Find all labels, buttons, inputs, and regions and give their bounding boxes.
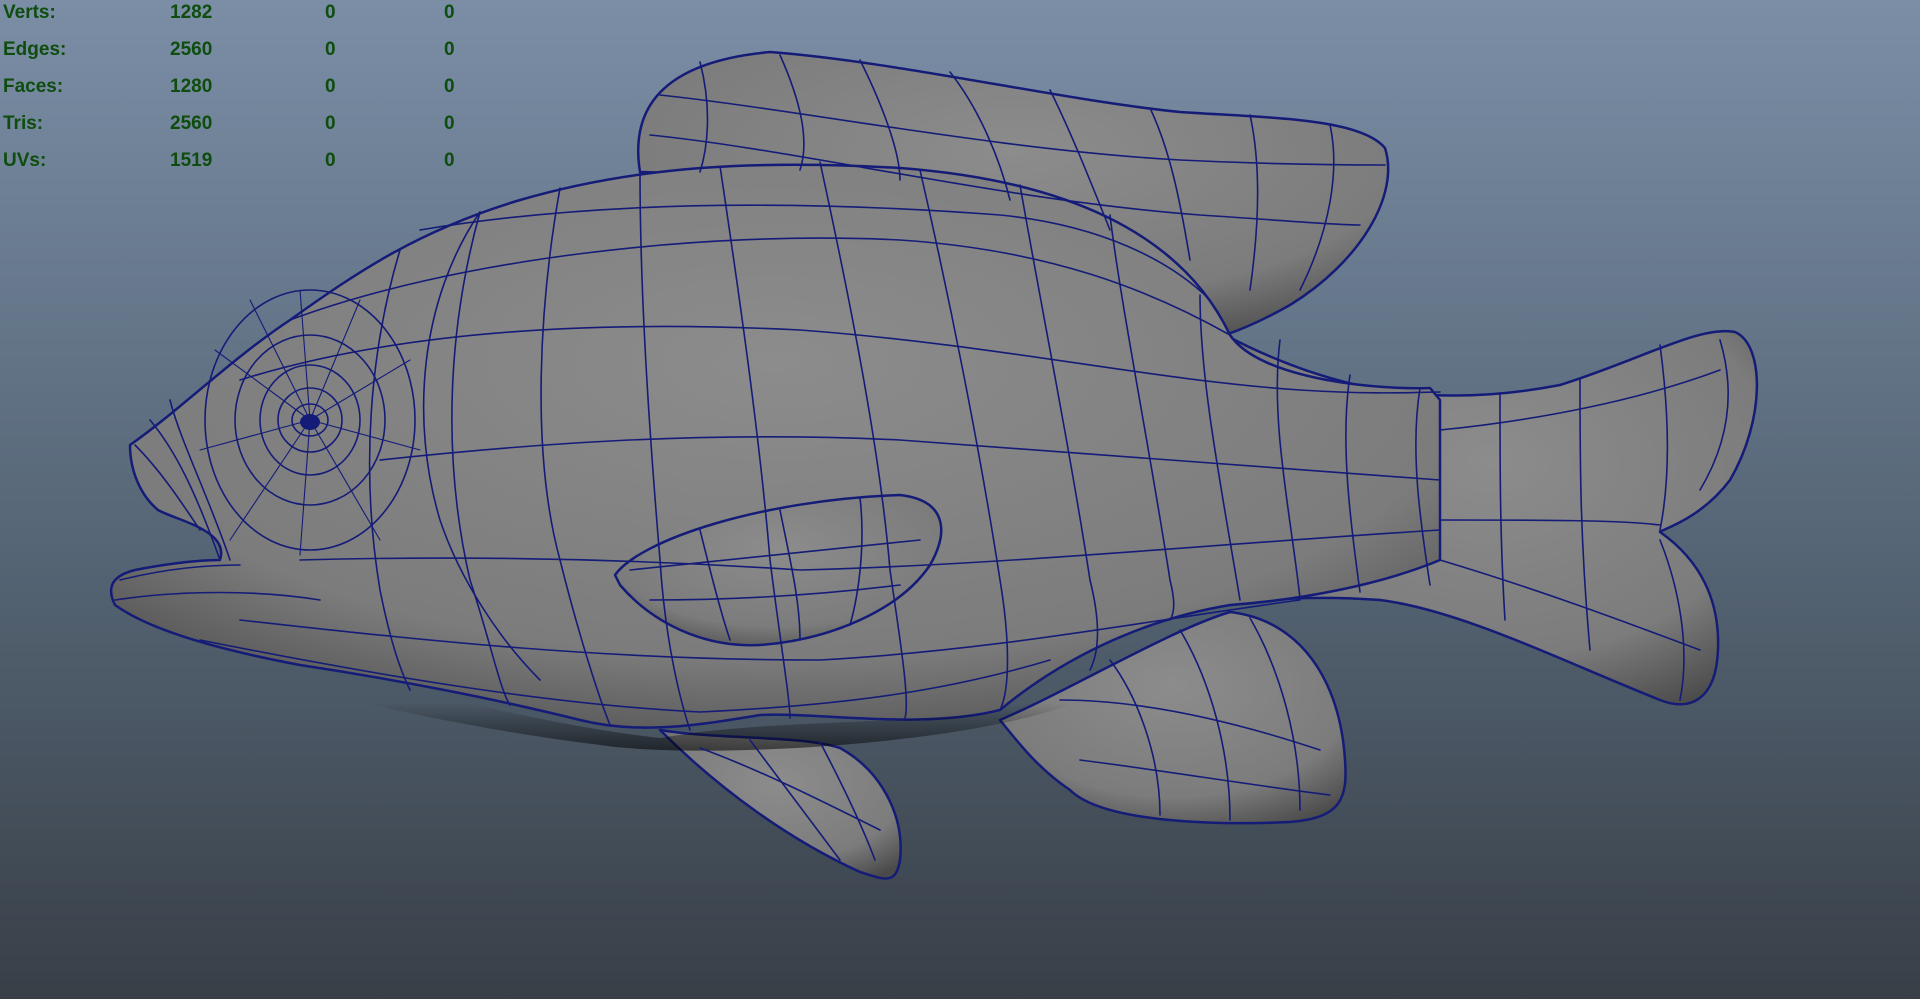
pelvic-fin	[658, 728, 902, 880]
fish-mesh-model[interactable]	[0, 0, 1920, 999]
3d-viewport[interactable]: Verts: 1282 0 0 Edges: 2560 0 0 Faces: 1…	[0, 0, 1920, 999]
